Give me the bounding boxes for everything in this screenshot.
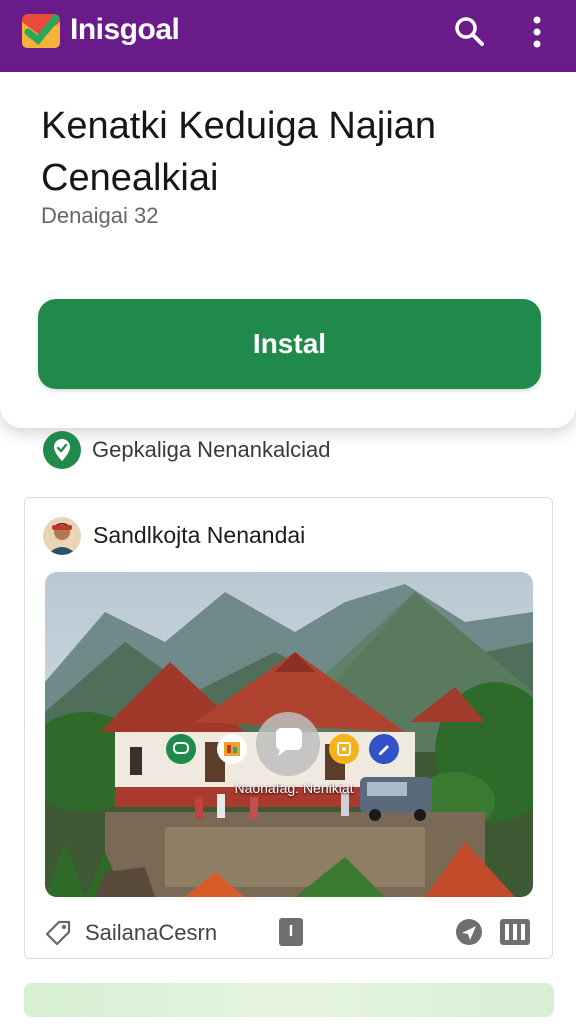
next-card-preview [24,983,554,1017]
film-icon[interactable] [499,917,531,947]
app-subtitle: Denaigai 32 [41,203,159,228]
more-vert-icon[interactable] [525,14,549,50]
page-title-line-1: Kenatki Keduiga Najian [41,105,437,147]
photo-icon[interactable] [217,734,247,764]
image-badge-icon[interactable] [329,734,359,764]
media-caption: Naonafag: Nenikiat [234,780,354,796]
app-install-card: Kenatki Keduiga Najian Cenealkiai Denaig… [0,72,576,428]
play-comment-icon[interactable] [256,712,320,776]
search-icon[interactable] [452,14,486,48]
page-title: Kenatki Keduiga Najian Cenealkiai [41,100,541,204]
app-title: Inisgoal [70,13,180,46]
info-badge[interactable]: I [279,918,303,946]
verified-row[interactable]: Gepkaliga Nenankalciad [42,430,331,470]
verified-shield-icon [43,431,81,469]
install-button[interactable]: Instal [38,299,541,389]
chat-bubble-icon[interactable] [166,734,196,764]
post-footer: SailanaCesrn I [43,916,533,948]
post-media[interactable]: Naonafag: Nenikiat [45,572,533,897]
share-icon[interactable] [455,918,483,946]
edit-icon[interactable] [369,734,399,764]
post-author: Sandlkojta Nenandai [93,522,306,548]
tag-icon[interactable] [43,918,73,948]
verified-label: Gepkaliga Nenankalciad [92,437,331,462]
post-location[interactable]: SailanaCesrn [85,920,217,946]
page-title-line-2: Cenealkiai [41,157,219,199]
logo-icon[interactable] [22,12,62,50]
post-card: Sandlkojta Nenandai Naonafag: Nenikiat S… [24,497,553,959]
avatar[interactable] [43,517,81,555]
top-app-bar: Inisgoal [0,0,576,72]
